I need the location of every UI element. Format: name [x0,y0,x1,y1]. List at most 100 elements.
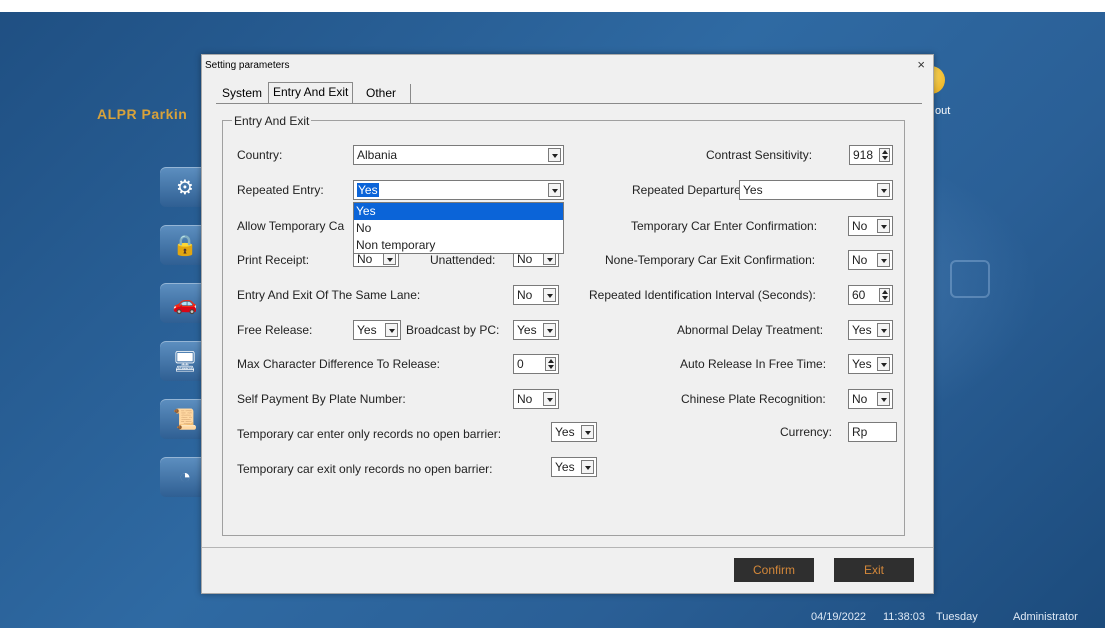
status-weekday: Tuesday [936,611,978,623]
self-payment-label: Self Payment By Plate Number: [237,392,406,406]
temp-enter-confirm-value: No [852,219,868,233]
tab-divider [216,103,922,104]
country-label: Country: [237,148,283,162]
max-char-diff-label: Max Character Difference To Release: [237,357,440,371]
settings-dialog: Setting parameters × System Entry And Ex… [201,54,934,594]
same-lane-label: Entry And Exit Of The Same Lane: [237,288,421,302]
abnormal-delay-select[interactable]: Yes [848,320,893,340]
auto-release-select[interactable]: Yes [848,354,893,374]
none-temp-exit-confirm-select[interactable]: No [848,250,893,270]
close-icon[interactable]: × [917,57,925,72]
dialog-title: Setting parameters [205,60,290,71]
contrast-label: Contrast Sensitivity: [706,148,813,162]
abnormal-delay-label: Abnormal Delay Treatment: [677,323,824,337]
unattended-label: Unattended: [430,253,496,267]
chevron-down-icon[interactable] [581,460,594,474]
chevron-down-icon[interactable] [877,392,890,406]
chevron-down-icon[interactable] [581,425,594,439]
repeat-interval-label: Repeated Identification Interval (Second… [589,288,816,302]
temp-enter-confirm-select[interactable]: No [848,216,893,236]
status-time: 11:38:03 [883,611,926,623]
self-payment-select[interactable]: No [513,389,559,409]
auto-release-value: Yes [852,357,872,371]
chinese-plate-label: Chinese Plate Recognition: [681,392,826,406]
tab-entry-and-exit[interactable]: Entry And Exit [268,82,354,104]
confirm-button[interactable]: Confirm [734,558,814,582]
country-value: Albania [357,148,398,162]
background-lock-icon [950,260,990,298]
group-label: Entry And Exit [232,114,312,128]
chevron-down-icon[interactable] [877,253,890,267]
dropdown-option-non-temporary[interactable]: Non temporary [354,237,563,254]
temp-enter-no-barrier-select[interactable]: Yes [551,422,597,442]
chevron-down-icon[interactable] [543,392,556,406]
temp-enter-no-barrier-label: Temporary car enter only records no open… [237,427,502,441]
currency-field[interactable]: Rp [848,422,897,442]
temp-enter-no-barrier-value: Yes [555,425,575,439]
dropdown-option-no[interactable]: No [354,220,563,237]
chevron-down-icon[interactable] [385,323,398,337]
temp-exit-no-barrier-label: Temporary car exit only records no open … [237,462,493,476]
chevron-down-icon[interactable] [548,148,561,162]
print-receipt-label: Print Receipt: [237,253,310,267]
top-strip [0,0,1105,12]
app-title: ALPR Parkin [97,106,188,122]
country-select[interactable]: Albania [353,145,564,165]
temp-enter-confirm-label: Temporary Car Enter Confirmation: [631,219,818,233]
repeated-entry-value: Yes [357,183,379,197]
repeat-interval-value: 60 [852,288,866,302]
logout-label[interactable]: out [935,105,950,117]
status-bar: 04/19/2022 11:38:03 Tuesday Administrato… [0,604,1105,628]
currency-label: Currency: [780,425,833,439]
same-lane-value: No [517,288,533,302]
tab-other[interactable]: Other [362,84,412,104]
broadcast-pc-value: Yes [517,323,537,337]
repeated-departure-label: Repeated Departure: [632,183,745,197]
spin-arrows-icon[interactable] [879,148,890,162]
currency-value: Rp [852,425,868,439]
repeated-entry-select[interactable]: Yes [353,180,564,200]
spin-arrows-icon[interactable] [545,357,556,371]
none-temp-exit-confirm-label: None-Temporary Car Exit Confirmation: [605,253,816,267]
dropdown-option-yes[interactable]: Yes [354,203,563,220]
chinese-plate-value: No [852,392,868,406]
chinese-plate-select[interactable]: No [848,389,893,409]
repeated-departure-select[interactable]: Yes [739,180,893,200]
contrast-stepper[interactable]: 918 [849,145,893,165]
free-release-value: Yes [357,323,377,337]
chevron-down-icon[interactable] [543,288,556,302]
free-release-select[interactable]: Yes [353,320,401,340]
repeated-entry-dropdown: Yes No Non temporary [353,202,564,254]
self-payment-value: No [517,392,533,406]
contrast-value: 918 [853,148,874,162]
max-char-diff-value: 0 [517,357,524,371]
chevron-down-icon[interactable] [877,183,890,197]
allow-temporary-label: Allow Temporary Ca [237,219,345,233]
chevron-down-icon[interactable] [877,357,890,371]
auto-release-label: Auto Release In Free Time: [680,357,827,371]
temp-exit-no-barrier-value: Yes [555,460,575,474]
temp-exit-no-barrier-select[interactable]: Yes [551,457,597,477]
chevron-down-icon[interactable] [543,323,556,337]
chevron-down-icon[interactable] [877,219,890,233]
tab-system[interactable]: System [218,84,266,104]
max-char-diff-stepper[interactable]: 0 [513,354,559,374]
none-temp-exit-confirm-value: No [852,253,868,267]
abnormal-delay-value: Yes [852,323,872,337]
broadcast-pc-label: Broadcast by PC: [406,323,500,337]
unattended-value: No [517,252,533,266]
spin-arrows-icon[interactable] [879,288,890,302]
repeated-entry-label: Repeated Entry: [237,183,324,197]
print-receipt-value: No [357,252,373,266]
chevron-down-icon[interactable] [548,183,561,197]
free-release-label: Free Release: [237,323,313,337]
exit-button[interactable]: Exit [834,558,914,582]
dialog-divider [202,547,933,548]
repeat-interval-stepper[interactable]: 60 [848,285,893,305]
repeated-departure-value: Yes [743,183,763,197]
status-date: 04/19/2022 [811,611,867,623]
chevron-down-icon[interactable] [877,323,890,337]
same-lane-select[interactable]: No [513,285,559,305]
status-user: Administrator [1013,611,1078,623]
broadcast-pc-select[interactable]: Yes [513,320,559,340]
